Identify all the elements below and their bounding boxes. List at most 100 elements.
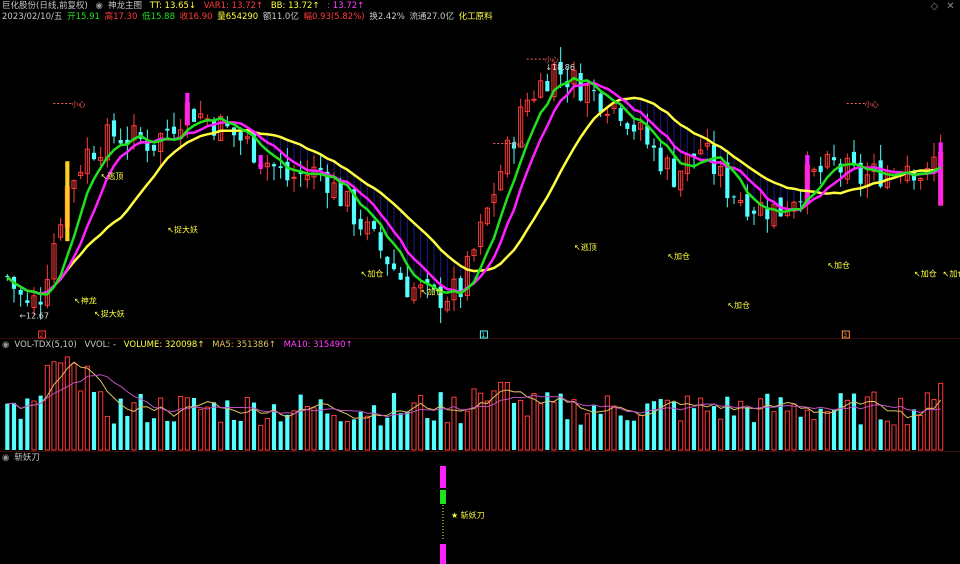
volume-bar xyxy=(44,364,50,451)
sub-signal-label: ★ 斩妖刀 xyxy=(451,510,485,520)
candle-body xyxy=(765,209,770,220)
volume-bar xyxy=(718,418,724,451)
candle-body xyxy=(618,108,623,121)
volume-bar xyxy=(285,414,290,450)
candle-body xyxy=(531,98,537,101)
candle-body xyxy=(378,232,383,251)
volume-bar xyxy=(84,365,90,451)
candle-body xyxy=(165,128,170,131)
candle-body xyxy=(25,300,30,303)
volume-bar xyxy=(278,421,283,450)
volume-bar xyxy=(131,402,137,451)
volume-bar xyxy=(538,403,544,451)
candle-body xyxy=(831,157,837,161)
top-marker: 小心 xyxy=(865,100,879,109)
volume-bar xyxy=(725,396,730,450)
volume-bar xyxy=(311,407,317,451)
volume-bar xyxy=(151,418,157,450)
volume-bar xyxy=(751,422,757,450)
volume-bar xyxy=(884,420,890,451)
volume-bar xyxy=(458,423,463,450)
volume-bar xyxy=(565,419,570,450)
volume-bar xyxy=(444,422,450,451)
volume-bar xyxy=(784,410,790,451)
signal-label: ↖加仓 xyxy=(361,269,384,279)
volume-bar xyxy=(558,393,563,450)
volume-bar xyxy=(104,415,110,451)
high-price-label: ↓18.86 xyxy=(545,63,575,72)
volume-bar xyxy=(918,414,924,451)
volume-bar xyxy=(231,420,237,450)
volume-bar xyxy=(811,419,817,451)
volume-bar xyxy=(625,420,630,450)
signal-label: ↖捉大妖 xyxy=(94,309,125,319)
volume-bar xyxy=(765,393,770,450)
volume-bar xyxy=(938,382,944,451)
volume-bar xyxy=(791,403,797,451)
volume-bar xyxy=(518,399,524,451)
volume-bar xyxy=(291,410,297,451)
volume-bar xyxy=(864,396,870,451)
volume-bar xyxy=(5,403,10,450)
volume-bar xyxy=(98,391,104,451)
vol-ma5-line xyxy=(7,361,942,419)
signal-label: ↖神龙 xyxy=(74,295,97,305)
volume-bar xyxy=(211,402,217,450)
candle-body xyxy=(745,194,750,217)
volume-bar xyxy=(264,418,270,451)
volume-bar xyxy=(391,393,397,450)
signal-label: ↖逃顶 xyxy=(574,242,597,252)
volume-bar xyxy=(138,393,143,450)
candle-body xyxy=(604,113,610,116)
volume-bar xyxy=(165,420,170,450)
top-marker: 小心 xyxy=(545,55,559,64)
volume-bar xyxy=(18,418,23,450)
candle-body xyxy=(291,176,297,179)
volume-bar xyxy=(731,415,737,450)
volume-bar xyxy=(178,396,184,451)
volume-bar xyxy=(198,408,204,451)
volume-bar xyxy=(551,401,557,451)
volume-bar xyxy=(484,400,490,451)
volume-bar xyxy=(464,410,470,451)
volume-bar xyxy=(831,409,837,450)
volume-bar xyxy=(478,392,484,451)
low-price-label: ←12.67 xyxy=(19,312,49,321)
candle-body xyxy=(631,124,637,132)
price-chart[interactable]: ←12.67 ↓18.86 ↖逃顶 ↖捉大妖 ↖神龙 ↖捉大妖 ↖加仓 ↖加仓 ↖逃顶 ↖加仓 ↖加… xyxy=(0,0,960,564)
candle-body xyxy=(591,90,597,92)
volume-bar xyxy=(804,409,810,451)
signal-label: ↖加仓 xyxy=(421,286,444,296)
candle-body xyxy=(398,272,403,280)
signal-candle xyxy=(805,155,810,205)
signal-label: ↖捉大妖 xyxy=(167,224,198,234)
volume-bar xyxy=(758,398,764,451)
signal-label: ↖加仓 xyxy=(943,269,960,279)
signal-label: ↖加仓 xyxy=(827,260,850,270)
vol-ma10-line xyxy=(7,374,941,418)
candle-body xyxy=(405,276,410,298)
candle-body xyxy=(731,196,737,198)
candle-body xyxy=(385,256,390,265)
candle-body xyxy=(338,182,343,207)
volume-bar xyxy=(351,419,357,450)
date-marker: 3 xyxy=(843,332,847,339)
volume-bar xyxy=(364,415,370,451)
volume-bar xyxy=(571,399,577,451)
candle-body xyxy=(91,152,97,160)
volume-bar xyxy=(318,399,323,450)
candle-body xyxy=(171,126,177,134)
candle-body xyxy=(818,165,823,173)
volume-bar xyxy=(378,425,383,450)
volume-bar xyxy=(298,394,303,450)
volume-bar xyxy=(704,410,710,451)
volume-bar xyxy=(878,419,883,450)
ma-magenta-line xyxy=(6,81,942,296)
signal-label: ↖逃顶 xyxy=(101,171,124,181)
volume-bar xyxy=(451,396,457,451)
volume-bar xyxy=(118,398,123,450)
date-marker: 1 xyxy=(481,332,485,339)
volume-bar xyxy=(325,413,330,450)
sub-signal-bar xyxy=(439,544,446,564)
volume-bar xyxy=(745,407,750,450)
